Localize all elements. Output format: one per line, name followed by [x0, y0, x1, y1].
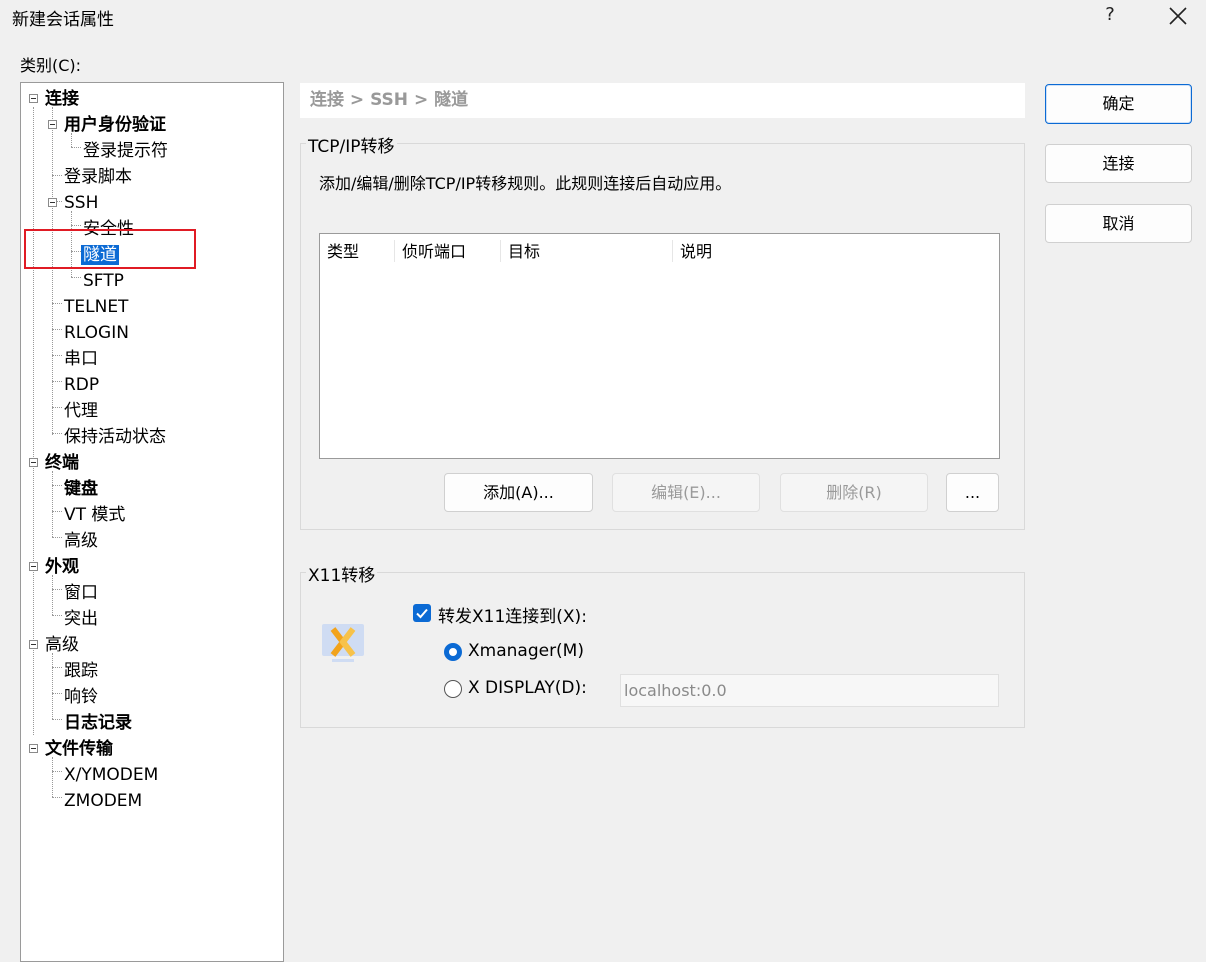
tree-item-zmodem[interactable]: ZMODEM [64, 788, 142, 814]
tree-line [52, 653, 53, 719]
tree-item-vt-modes[interactable]: VT 模式 [64, 502, 125, 528]
x-display-radio-label[interactable]: X DISPLAY(D): [468, 678, 587, 698]
tree-item-login-script[interactable]: 登录脚本 [64, 164, 132, 190]
help-button[interactable]: ? [1100, 4, 1120, 25]
collapse-icon[interactable] [29, 458, 38, 467]
tree-line [52, 511, 62, 512]
tree-item-ssh[interactable]: SSH [64, 190, 98, 216]
category-tree[interactable]: 连接 用户身份验证 登录提示符 登录脚本 SSH 安全性 隧道 SFTP TEL… [20, 82, 284, 962]
tree-item-connection[interactable]: 连接 [45, 86, 79, 112]
collapse-icon[interactable] [29, 640, 38, 649]
x11-group-title: X11转移 [306, 561, 378, 586]
tree-item-user-auth[interactable]: 用户身份验证 [64, 112, 166, 138]
xmanager-radio[interactable] [444, 643, 462, 661]
tree-line [52, 485, 62, 486]
tree-item-window[interactable]: 窗口 [64, 580, 98, 606]
tree-item-trace[interactable]: 跟踪 [64, 658, 98, 684]
tree-line [52, 329, 62, 330]
column-separator [500, 240, 501, 262]
tree-line [52, 433, 62, 434]
tree-item-sftp[interactable]: SFTP [83, 268, 124, 294]
add-button[interactable]: 添加(A)... [444, 473, 593, 512]
connect-button[interactable]: 连接 [1045, 144, 1192, 183]
tree-line [52, 107, 53, 435]
tree-item-serial[interactable]: 串口 [64, 346, 98, 372]
tree-line [52, 355, 62, 356]
breadcrumb: 连接 > SSH > 隧道 [300, 83, 1025, 118]
cancel-button[interactable]: 取消 [1045, 204, 1192, 243]
tree-item-telnet[interactable]: TELNET [64, 294, 128, 320]
category-label: 类别(C): [20, 56, 82, 75]
x-display-radio[interactable] [444, 680, 462, 698]
tree-line [52, 575, 53, 615]
tree-item-highlight[interactable]: 突出 [64, 606, 98, 632]
tree-item-file-transfer[interactable]: 文件传输 [45, 736, 113, 762]
tree-line [71, 225, 81, 226]
tree-line [52, 719, 62, 720]
tree-line [52, 693, 62, 694]
close-button[interactable] [1164, 2, 1192, 30]
column-description[interactable]: 说明 [680, 240, 712, 264]
ok-button[interactable]: 确定 [1045, 84, 1192, 124]
column-separator [672, 240, 673, 262]
tree-line [52, 407, 62, 408]
forward-x11-label[interactable]: 转发X11连接到(X): [438, 602, 587, 627]
collapse-icon[interactable] [29, 94, 38, 103]
tree-line [52, 589, 62, 590]
tree-item-logging[interactable]: 日志记录 [64, 710, 132, 736]
delete-button[interactable]: 删除(R) [780, 473, 928, 512]
checkmark-icon [416, 608, 428, 619]
xmanager-icon [322, 624, 364, 662]
column-listen-port[interactable]: 侦听端口 [402, 240, 466, 264]
edit-button[interactable]: 编辑(E)... [612, 473, 760, 512]
title-bar: 新建会话属性 ? [0, 0, 1206, 36]
x-display-input[interactable]: localhost:0.0 [620, 674, 999, 707]
tree-line [52, 615, 62, 616]
forward-x11-checkbox[interactable] [413, 604, 431, 622]
tree-line [52, 381, 62, 382]
collapse-icon[interactable] [29, 562, 38, 571]
tree-item-terminal-advanced[interactable]: 高级 [64, 528, 98, 554]
tree-item-proxy[interactable]: 代理 [64, 398, 98, 424]
tree-item-bell[interactable]: 响铃 [64, 684, 98, 710]
tree-line [71, 277, 81, 278]
column-destination[interactable]: 目标 [508, 240, 540, 264]
tree-line [52, 471, 53, 537]
tree-line [52, 303, 62, 304]
xmanager-radio-label[interactable]: Xmanager(M) [468, 641, 584, 661]
close-icon [1169, 7, 1187, 25]
xmanager-logo-icon [321, 622, 365, 666]
tree-item-xymodem[interactable]: X/YMODEM [64, 762, 158, 788]
tree-line [52, 771, 62, 772]
tree-line [52, 667, 62, 668]
tree-line [52, 757, 53, 797]
more-button[interactable]: ... [946, 473, 999, 512]
tree-item-rdp[interactable]: RDP [64, 372, 99, 398]
tree-item-appearance[interactable]: 外观 [45, 554, 79, 580]
tree-line [52, 175, 62, 176]
tcp-description: 添加/编辑/删除TCP/IP转移规则。此规则连接后自动应用。 [319, 174, 732, 193]
tree-item-login-prompts[interactable]: 登录提示符 [83, 138, 168, 164]
tree-item-keyboard[interactable]: 键盘 [64, 476, 98, 502]
tree-item-keep-alive[interactable]: 保持活动状态 [64, 424, 166, 450]
forwarding-rules-list[interactable]: 类型 侦听端口 目标 说明 [319, 233, 1000, 459]
column-type[interactable]: 类型 [327, 240, 359, 264]
collapse-icon[interactable] [48, 120, 57, 129]
tree-line [71, 147, 81, 148]
collapse-icon[interactable] [48, 198, 57, 207]
tree-item-advanced[interactable]: 高级 [45, 632, 79, 658]
collapse-icon[interactable] [29, 744, 38, 753]
tree-item-rlogin[interactable]: RLOGIN [64, 320, 129, 346]
tree-line [52, 537, 62, 538]
window-title: 新建会话属性 [12, 10, 114, 30]
column-separator [394, 240, 395, 262]
highlight-box [24, 229, 196, 269]
tcp-group-title: TCP/IP转移 [306, 132, 397, 157]
tree-item-terminal[interactable]: 终端 [45, 450, 79, 476]
tree-line [52, 797, 62, 798]
